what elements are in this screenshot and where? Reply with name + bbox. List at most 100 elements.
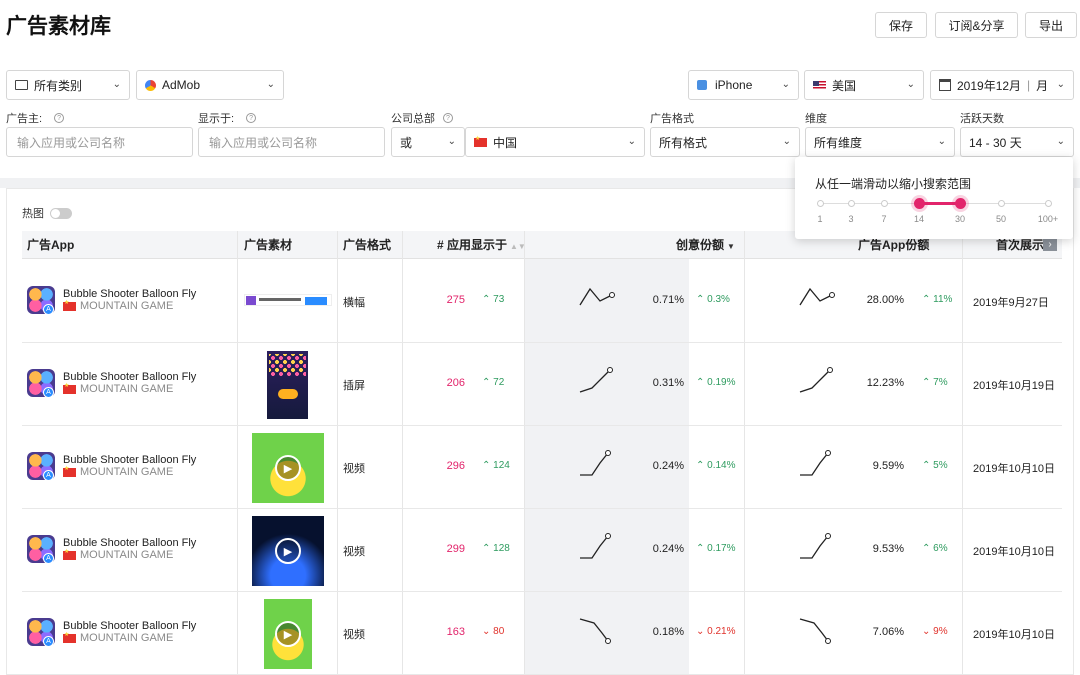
apps-shown-delta: ⌃ 128: [482, 543, 510, 554]
hq-operator-select[interactable]: 或 ⌄: [391, 127, 465, 157]
help-icon[interactable]: ?: [54, 113, 65, 123]
slider-tick-label: 1: [817, 214, 823, 224]
apps-shown-count: 296: [446, 460, 465, 472]
developer-label: MOUNTAIN GAME: [80, 466, 174, 478]
slider-handle[interactable]: [914, 198, 925, 209]
folder-icon: [15, 80, 28, 90]
creative-interstitial-thumbnail[interactable]: [267, 351, 308, 419]
developer-label: MOUNTAIN GAME: [80, 383, 174, 395]
creative-video-thumbnail[interactable]: ▶: [264, 599, 312, 669]
app-share-value: 28.00%: [866, 294, 904, 306]
app-share-delta: ⌃ 6%: [922, 543, 948, 554]
active-days-value: 14 - 30 天: [969, 135, 1022, 150]
scroll-right-icon[interactable]: ›: [1043, 237, 1057, 251]
hq-country-select[interactable]: 中国 ⌄: [465, 127, 645, 157]
developer-name[interactable]: MOUNTAIN GAME: [63, 548, 174, 561]
app-name[interactable]: Bubble Shooter Balloon Fly: [63, 454, 196, 466]
apps-shown-delta: ⌃ 73: [482, 294, 505, 305]
shown-in-input[interactable]: 输入应用或公司名称: [198, 127, 385, 157]
developer-name[interactable]: MOUNTAIN GAME: [63, 382, 174, 395]
save-button[interactable]: 保存: [875, 12, 927, 38]
col-header-format[interactable]: 广告格式: [343, 236, 391, 253]
creative-share-delta: ⌃ 0.3%: [696, 294, 730, 305]
play-icon[interactable]: ▶: [275, 455, 301, 481]
active-days-select[interactable]: 14 - 30 天 ⌄: [960, 127, 1074, 157]
china-flag-icon: [63, 382, 76, 394]
chevron-down-icon: ⌄: [266, 79, 275, 90]
advertiser-input[interactable]: 输入应用或公司名称: [6, 127, 193, 157]
slider-tick-label: 7: [881, 214, 887, 224]
slider-tick-label: 3: [848, 214, 854, 224]
shown-in-label-wrap: 显示于:?: [198, 110, 257, 126]
sort-desc-icon: ▼: [727, 242, 735, 251]
chevron-down-icon: ⌄: [937, 136, 946, 147]
app-name[interactable]: Bubble Shooter Balloon Fly: [63, 288, 196, 300]
country-select[interactable]: 美国 ⌄: [804, 70, 924, 100]
export-button[interactable]: 导出: [1025, 12, 1077, 38]
category-select[interactable]: 所有类别 ⌄: [6, 70, 130, 100]
china-flag-icon: [63, 465, 76, 477]
network-select[interactable]: AdMob ⌄: [136, 70, 284, 100]
format-select[interactable]: 所有格式 ⌄: [650, 127, 800, 157]
creative-share-delta: ⌃ 0.14%: [696, 460, 736, 471]
trend-sparkline: [580, 533, 611, 559]
trend-sparkline: [800, 533, 831, 559]
developer-name[interactable]: MOUNTAIN GAME: [63, 631, 173, 644]
app-share-delta: ⌃ 11%: [922, 294, 953, 305]
country-value: 美国: [832, 78, 857, 93]
chevron-down-icon: ⌄: [781, 79, 790, 90]
creative-share-delta: ⌃ 0.17%: [696, 543, 736, 554]
date-select[interactable]: 2019年12月 | 月 ⌄: [930, 70, 1074, 100]
hq-label-wrap: 公司总部?: [391, 110, 453, 126]
apps-shown-count: 299: [446, 543, 465, 555]
col-header-apps-shown-wrap[interactable]: # 应用显示于 ▲▼: [437, 236, 526, 253]
app-store-icon: A: [43, 553, 54, 564]
slider-handle[interactable]: [955, 198, 966, 209]
apps-shown-delta: ⌄ 80: [482, 626, 505, 637]
hq-country-value: 中国: [493, 135, 518, 150]
format-value: 所有格式: [659, 135, 708, 150]
slider-tick-label: 50: [995, 214, 1007, 224]
dimension-select[interactable]: 所有维度 ⌄: [805, 127, 955, 157]
table-row[interactable]: [22, 509, 1062, 592]
banner-app-icon: [246, 296, 256, 305]
creative-video-thumbnail[interactable]: ▶: [252, 516, 324, 586]
creative-share-value: 0.18%: [652, 626, 684, 638]
developer-name[interactable]: MOUNTAIN GAME: [63, 465, 174, 478]
heatmap-toggle[interactable]: [50, 207, 72, 219]
subscribe-share-button[interactable]: 订阅&分享: [935, 12, 1018, 38]
app-store-icon: A: [43, 636, 54, 647]
device-select[interactable]: iPhone ⌄: [688, 70, 799, 100]
trend-sparkline: [799, 287, 835, 306]
app-share-value: 9.53%: [872, 543, 904, 555]
ad-format: 视频: [343, 629, 365, 641]
china-flag-icon: [63, 631, 76, 643]
chevron-down-icon: ⌄: [1056, 136, 1065, 147]
table-row[interactable]: [22, 343, 1062, 426]
developer-name[interactable]: MOUNTAIN GAME: [63, 299, 173, 312]
active-days-popup: 从任一端滑动以缩小搜索范围 1 3 7 14 30 50 100+: [795, 157, 1073, 239]
apps-shown-count: 206: [446, 377, 465, 389]
play-icon[interactable]: ▶: [275, 621, 301, 647]
table-row[interactable]: [22, 592, 1062, 675]
network-value: AdMob: [162, 78, 201, 92]
play-icon[interactable]: ▶: [275, 538, 301, 564]
table-row[interactable]: [22, 260, 1062, 343]
help-icon[interactable]: ?: [246, 113, 257, 123]
slider-tick: [817, 200, 824, 207]
col-header-app[interactable]: 广告App: [27, 236, 74, 253]
shown-in-label: 显示于:: [198, 113, 235, 125]
col-header-share-wrap[interactable]: 创意份额 ▼: [676, 236, 735, 253]
creative-banner-thumbnail[interactable]: [244, 294, 332, 306]
app-name[interactable]: Bubble Shooter Balloon Fly: [63, 371, 196, 383]
help-icon[interactable]: ?: [443, 113, 453, 123]
col-header-creative[interactable]: 广告素材: [244, 236, 292, 253]
date-value: 2019年12月: [957, 78, 1022, 93]
app-name[interactable]: Bubble Shooter Balloon Fly: [63, 537, 196, 549]
developer-label: MOUNTAIN GAME: [80, 549, 174, 561]
admob-icon: [145, 79, 156, 91]
ad-format: 视频: [343, 463, 365, 475]
table-row[interactable]: [22, 426, 1062, 509]
app-name[interactable]: Bubble Shooter Balloon Fly: [63, 620, 196, 632]
creative-video-thumbnail[interactable]: ▶: [252, 433, 324, 503]
